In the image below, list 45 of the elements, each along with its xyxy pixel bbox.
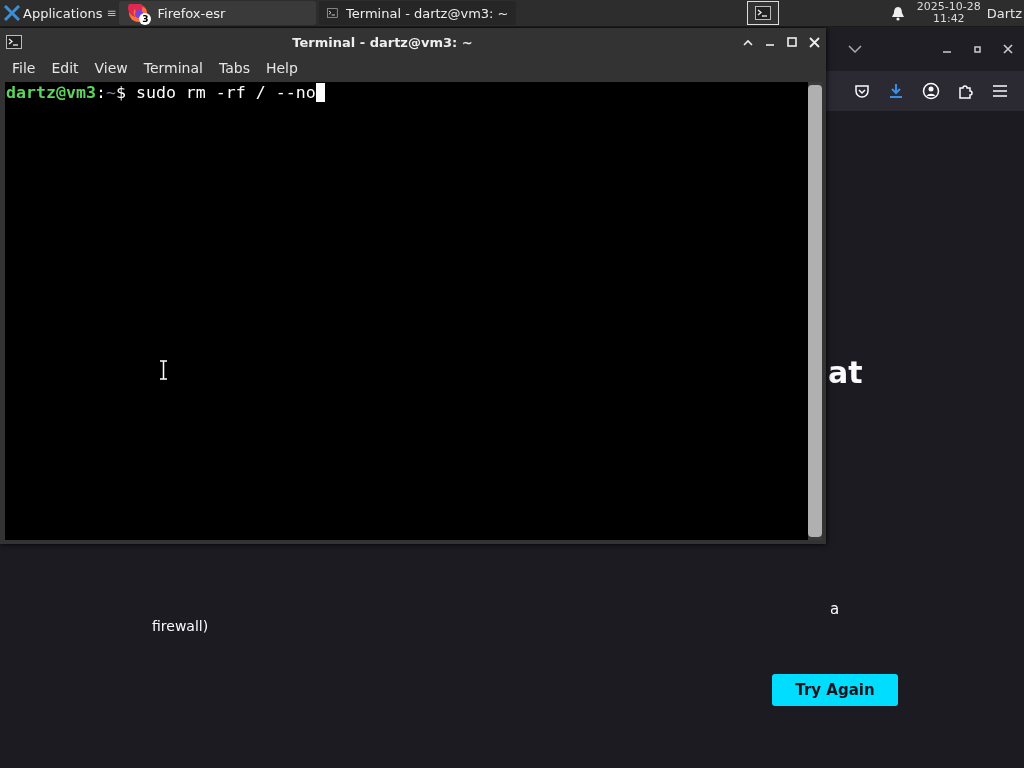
maximize-icon[interactable]: [972, 44, 982, 54]
terminal-icon: [327, 6, 339, 20]
page-text: firewall): [152, 618, 209, 634]
menu-glyph: ≡: [106, 6, 117, 20]
prompt-symbol: $: [115, 82, 126, 102]
chevron-up-icon[interactable]: [743, 38, 753, 46]
command-text: sudo rm -rf / --no: [134, 82, 316, 102]
pocket-icon[interactable]: [854, 83, 870, 99]
taskbar-button[interactable]: Terminal - dartz@vm3: ~: [319, 1, 517, 25]
clock-time: 11:42: [932, 13, 965, 25]
menu-item[interactable]: Terminal: [135, 60, 211, 76]
scrollbar[interactable]: [808, 82, 822, 540]
menu-item[interactable]: File: [4, 60, 44, 76]
terminal-icon: [6, 35, 22, 49]
logo-icon: [4, 5, 20, 21]
close-icon[interactable]: [1002, 43, 1014, 55]
menu-item[interactable]: View: [86, 60, 136, 76]
prompt-separator: :: [95, 82, 106, 102]
terminal-icon: [754, 6, 771, 20]
applications-menu[interactable]: Applications: [0, 0, 107, 26]
clock-date: 2025-10-28: [916, 1, 981, 13]
text-cursor-icon: [159, 360, 168, 380]
terminal-screen[interactable]: dartz@vm3:~$ sudo rm -rf / --no: [5, 82, 808, 540]
workspace-pager[interactable]: [746, 1, 779, 25]
try-again-button[interactable]: Try Again: [772, 674, 898, 706]
browser-icon: [128, 3, 149, 23]
page-heading: at: [828, 355, 863, 390]
menu-icon[interactable]: [992, 84, 1008, 98]
menu-item[interactable]: Tabs: [210, 60, 258, 76]
maximize-icon[interactable]: [787, 37, 797, 47]
prompt-path: ~: [105, 82, 116, 102]
download-icon[interactable]: [888, 83, 904, 99]
window-title: Terminal - dartz@vm3: ~: [291, 34, 474, 50]
menu-item[interactable]: Edit: [43, 60, 87, 76]
menu-item[interactable]: Help: [257, 60, 306, 76]
taskbar-button[interactable]: 3 Firefox-esr: [119, 1, 317, 25]
page-text: a: [830, 600, 840, 618]
text-cursor: [315, 82, 325, 102]
puzzle-icon[interactable]: [958, 83, 974, 99]
chevron-down-icon[interactable]: [848, 45, 862, 53]
notification-bell-icon[interactable]: [890, 5, 905, 21]
prompt-user-host: dartz@vm3: [6, 82, 96, 102]
account-icon[interactable]: [922, 82, 940, 100]
user-name[interactable]: Dartz: [986, 5, 1022, 21]
count-badge: 3: [139, 13, 152, 25]
